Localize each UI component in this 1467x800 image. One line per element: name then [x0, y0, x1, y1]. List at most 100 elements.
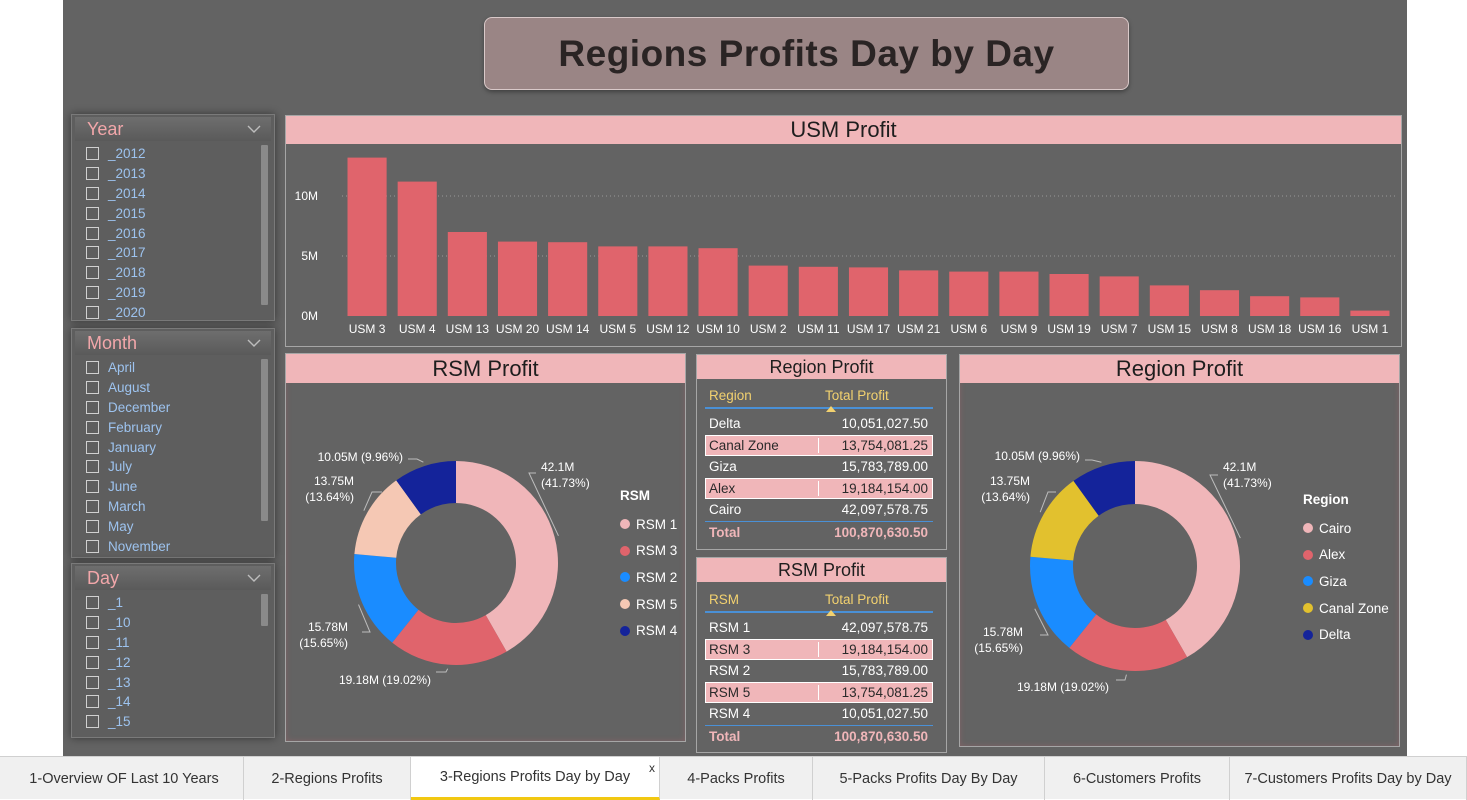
month-slicer-header[interactable]: Month: [75, 331, 271, 355]
checkbox[interactable]: [86, 635, 99, 649]
checkbox[interactable]: [86, 539, 99, 553]
bar[interactable]: [548, 242, 588, 316]
page-tab[interactable]: 2-Regions Profits: [244, 757, 411, 800]
month-slicer-scrollbar[interactable]: [261, 359, 268, 521]
slicer-item-month[interactable]: July: [86, 457, 274, 477]
checkbox[interactable]: [86, 381, 99, 395]
slicer-item-month[interactable]: February: [86, 417, 274, 437]
checkbox[interactable]: [86, 675, 99, 689]
col-header-region[interactable]: Region: [705, 388, 818, 403]
slicer-item-month[interactable]: June: [86, 477, 274, 497]
checkbox[interactable]: [86, 440, 99, 454]
slicer-item-year[interactable]: _2013: [86, 164, 274, 184]
bar[interactable]: [1149, 285, 1189, 316]
col-header-rsm[interactable]: RSM: [705, 592, 818, 607]
table-row[interactable]: RSM 4 10,051,027.50: [705, 703, 933, 725]
bar[interactable]: [999, 271, 1039, 316]
page-tab[interactable]: 4-Packs Profits: [660, 757, 813, 800]
checkbox[interactable]: [86, 226, 99, 240]
bar[interactable]: [497, 241, 538, 316]
bar[interactable]: [1350, 310, 1390, 316]
bar[interactable]: [748, 265, 788, 316]
slicer-item-day[interactable]: _12: [86, 652, 274, 672]
checkbox[interactable]: [86, 266, 99, 280]
slicer-item-year[interactable]: _2017: [86, 243, 274, 263]
checkbox[interactable]: [86, 361, 99, 375]
checkbox[interactable]: [86, 305, 99, 319]
checkbox[interactable]: [86, 285, 99, 299]
table-row[interactable]: RSM 1 42,097,578.75: [705, 617, 933, 639]
slicer-item-year[interactable]: _2015: [86, 203, 274, 223]
checkbox[interactable]: [86, 147, 99, 161]
legend-item[interactable]: Cairo: [1303, 515, 1389, 542]
bar[interactable]: [1049, 274, 1089, 316]
bar[interactable]: [648, 246, 688, 316]
legend-item[interactable]: RSM 2: [620, 564, 677, 591]
year-slicer-scrollbar[interactable]: [261, 145, 268, 305]
slicer-item-day[interactable]: _1: [86, 593, 274, 613]
month-slicer[interactable]: Month April August December February January…: [71, 328, 275, 558]
checkbox[interactable]: [86, 616, 99, 630]
checkbox[interactable]: [86, 695, 99, 709]
year-slicer-header[interactable]: Year: [75, 117, 271, 141]
slicer-item-month[interactable]: November: [86, 536, 274, 556]
day-slicer-header[interactable]: Day: [75, 566, 271, 590]
chevron-down-icon[interactable]: [247, 124, 261, 134]
bar[interactable]: [1250, 296, 1290, 316]
day-slicer[interactable]: Day _1 _10 _11 _12 _13 _14 _15: [71, 563, 275, 738]
page-tab[interactable]: 3-Regions Profits Day by Day x: [411, 757, 660, 800]
legend-item[interactable]: Giza: [1303, 568, 1389, 595]
legend-item[interactable]: Alex: [1303, 542, 1389, 569]
slicer-item-day[interactable]: _13: [86, 672, 274, 692]
slicer-item-month[interactable]: December: [86, 398, 274, 418]
slicer-item-day[interactable]: _11: [86, 633, 274, 653]
bar[interactable]: [598, 246, 638, 316]
slicer-item-year[interactable]: _2018: [86, 263, 274, 283]
bar[interactable]: [1300, 297, 1340, 316]
slicer-item-day[interactable]: _14: [86, 692, 274, 712]
slicer-item-month[interactable]: May: [86, 516, 274, 536]
slicer-item-year[interactable]: _2016: [86, 223, 274, 243]
slicer-item-month[interactable]: August: [86, 378, 274, 398]
legend-item[interactable]: Canal Zone: [1303, 595, 1389, 622]
slicer-item-month[interactable]: April: [86, 358, 274, 378]
checkbox[interactable]: [86, 460, 99, 474]
checkbox[interactable]: [86, 206, 99, 220]
table-row[interactable]: Cairo 42,097,578.75: [705, 499, 933, 521]
bar[interactable]: [848, 267, 889, 316]
bar[interactable]: [798, 266, 838, 316]
checkbox[interactable]: [86, 400, 99, 414]
slicer-item-month[interactable]: March: [86, 497, 274, 517]
checkbox[interactable]: [86, 480, 99, 494]
table-row[interactable]: Giza 15,783,789.00: [705, 456, 933, 478]
checkbox[interactable]: [86, 655, 99, 669]
legend-item[interactable]: RSM 5: [620, 591, 677, 618]
table-row[interactable]: RSM 5 13,754,081.25: [705, 681, 933, 703]
checkbox[interactable]: [86, 246, 99, 260]
bar[interactable]: [949, 271, 989, 316]
bar[interactable]: [347, 157, 387, 316]
slicer-item-year[interactable]: _2012: [86, 144, 274, 164]
slicer-item-year[interactable]: _2014: [86, 184, 274, 204]
legend-item[interactable]: RSM 4: [620, 617, 677, 644]
table-row[interactable]: Alex 19,184,154.00: [705, 477, 933, 499]
table-row[interactable]: RSM 3 19,184,154.00: [705, 638, 933, 660]
day-slicer-scrollbar[interactable]: [261, 594, 268, 626]
checkbox[interactable]: [86, 186, 99, 200]
col-header-total-profit[interactable]: Total Profit: [818, 592, 932, 616]
checkbox[interactable]: [86, 167, 99, 181]
chevron-down-icon[interactable]: [247, 338, 261, 348]
chevron-down-icon[interactable]: [247, 573, 261, 583]
checkbox[interactable]: [86, 715, 99, 729]
bar[interactable]: [1099, 276, 1139, 316]
checkbox[interactable]: [86, 420, 99, 434]
checkbox[interactable]: [86, 499, 99, 513]
bar[interactable]: [899, 270, 939, 316]
legend-item[interactable]: Delta: [1303, 621, 1389, 648]
checkbox[interactable]: [86, 519, 99, 533]
slicer-item-day[interactable]: _10: [86, 613, 274, 633]
legend-item[interactable]: RSM 1: [620, 511, 677, 538]
col-header-total-profit[interactable]: Total Profit: [818, 388, 932, 412]
slicer-item-day[interactable]: _15: [86, 712, 274, 732]
table-row[interactable]: Canal Zone 13,754,081.25: [705, 434, 933, 456]
